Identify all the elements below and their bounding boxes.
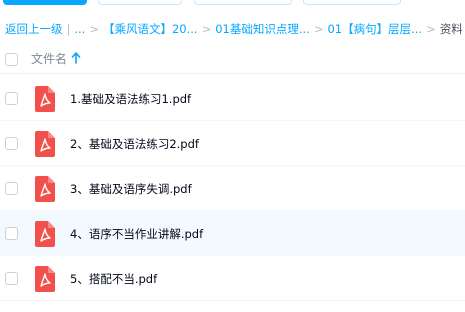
- breadcrumb-separator: |: [66, 22, 71, 36]
- file-name[interactable]: 1.基础及语法练习1.pdf: [70, 89, 191, 109]
- file-row[interactable]: 4、语序不当作业讲解.pdf: [0, 211, 465, 256]
- file-row[interactable]: 2、基础及语法练习2.pdf: [0, 121, 465, 166]
- pdf-file-icon: [35, 221, 55, 247]
- toolbar-button-4[interactable]: [303, 0, 401, 5]
- row-checkbox[interactable]: [5, 272, 18, 285]
- pdf-file-icon: [35, 86, 55, 112]
- breadcrumb-ellipsis[interactable]: ...: [74, 22, 85, 36]
- breadcrumb-separator: >: [89, 22, 99, 36]
- row-checkbox[interactable]: [5, 182, 18, 195]
- breadcrumb-separator: >: [201, 22, 212, 36]
- row-checkbox[interactable]: [5, 92, 18, 105]
- pdf-file-icon: [35, 131, 55, 157]
- toolbar-button-3[interactable]: [194, 0, 292, 5]
- breadcrumb-item-basics[interactable]: 01基础知识点理...: [215, 22, 310, 36]
- file-name[interactable]: 3、基础及语序失调.pdf: [70, 179, 192, 199]
- column-header-filename[interactable]: 文件名: [31, 50, 67, 68]
- breadcrumb-current: 资料: [439, 22, 463, 36]
- list-header: 文件名: [0, 47, 465, 74]
- sort-ascending-icon[interactable]: [71, 52, 81, 64]
- file-name[interactable]: 2、基础及语法练习2.pdf: [70, 134, 199, 154]
- row-checkbox[interactable]: [5, 227, 18, 240]
- breadcrumb: 返回上一级 |... > 【乘风语文】20... >01基础知识点理... >01【病句】…: [5, 19, 465, 39]
- row-checkbox[interactable]: [5, 137, 18, 150]
- breadcrumb-separator: >: [426, 22, 436, 36]
- file-row[interactable]: 1.基础及语法练习1.pdf: [0, 76, 465, 121]
- breadcrumb-separator: >: [313, 22, 324, 36]
- upload-button[interactable]: [3, 0, 87, 5]
- toolbar: [0, 0, 465, 7]
- file-manager: 返回上一级 |... > 【乘风语文】20... >01基础知识点理... >01【病句】…: [0, 0, 465, 312]
- toolbar-button-2[interactable]: [98, 0, 182, 5]
- file-name[interactable]: 4、语序不当作业讲解.pdf: [70, 224, 203, 244]
- breadcrumb-item-sentence[interactable]: 01【病句】层层...: [327, 22, 422, 36]
- back-link[interactable]: 返回上一级: [5, 22, 63, 36]
- file-row[interactable]: 5、搭配不当.pdf: [0, 256, 465, 301]
- breadcrumb-item-course[interactable]: 【乘风语文】20...: [103, 22, 198, 36]
- file-row[interactable]: 3、基础及语序失调.pdf: [0, 166, 465, 211]
- pdf-file-icon: [35, 176, 55, 202]
- select-all-checkbox[interactable]: [5, 53, 18, 66]
- file-name[interactable]: 5、搭配不当.pdf: [70, 269, 157, 289]
- pdf-file-icon: [35, 266, 55, 292]
